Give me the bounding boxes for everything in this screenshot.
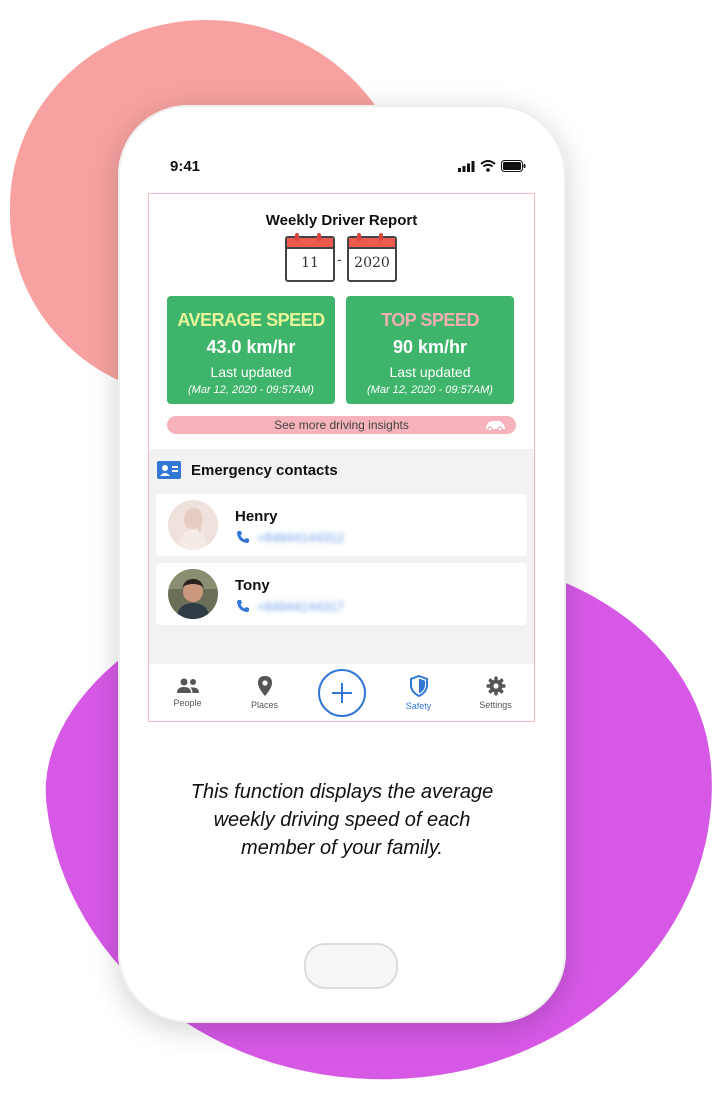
year-number: 2020 — [354, 255, 390, 271]
contact-card-icon — [157, 461, 181, 479]
average-speed-heading: AVERAGE SPEED — [177, 310, 325, 330]
tab-safety-label: Safety — [405, 700, 432, 711]
status-time: 9:41 — [170, 157, 201, 175]
avatar — [168, 569, 218, 619]
home-button[interactable] — [304, 943, 398, 989]
tab-people-label: People — [173, 697, 202, 708]
weekly-report-card: Weekly Driver Report 11 - 2020 AVERAGE S… — [149, 194, 534, 449]
driving-insights-label: See more driving insights — [274, 418, 409, 432]
battery-icon — [501, 160, 526, 172]
tab-places[interactable]: Places — [230, 675, 300, 710]
contact-phone-number[interactable]: +84944144317 — [257, 599, 344, 614]
contact-card[interactable]: Tony +84944144317 — [156, 563, 527, 625]
people-icon — [176, 678, 199, 693]
contact-name: Henry — [235, 508, 278, 525]
status-bar: 9:41 — [170, 155, 526, 177]
tab-settings[interactable]: Settings — [461, 676, 531, 710]
caption-line: weekly driving speed of each — [213, 809, 471, 831]
contact-name: Tony — [235, 577, 270, 594]
top-speed-heading: TOP SPEED — [381, 310, 479, 330]
shield-icon — [409, 674, 428, 697]
date-separator: - — [337, 251, 342, 267]
signal-icon — [458, 160, 475, 172]
tab-settings-label: Settings — [479, 699, 512, 710]
bottom-tab-bar: People Places Safety Settings — [149, 664, 534, 721]
top-speed-value: 90 km/hr — [392, 337, 468, 357]
phone-icon[interactable] — [236, 530, 250, 544]
average-speed-updated-label: Last updated — [210, 364, 292, 380]
top-speed-updated-date: (Mar 12, 2020 - 09:57AM) — [367, 384, 493, 396]
year-calendar-button[interactable]: 2020 — [347, 233, 397, 282]
emergency-contacts-header: Emergency contacts — [149, 452, 534, 488]
wifi-icon — [480, 160, 496, 172]
feature-caption: This function displays the average weekl… — [118, 778, 566, 862]
contact-phone-number[interactable]: +84944144312 — [257, 530, 344, 545]
phone-frame: 9:41 Weekly Driver Report 11 - 2020 AVER… — [118, 105, 566, 1023]
add-icon — [331, 682, 352, 703]
tab-places-label: Places — [250, 699, 278, 710]
average-speed-updated-date: (Mar 12, 2020 - 09:57AM) — [188, 384, 314, 396]
phone-icon[interactable] — [236, 599, 250, 613]
emergency-contacts-title: Emergency contacts — [191, 461, 338, 479]
app-screen: Weekly Driver Report 11 - 2020 AVERAGE S… — [148, 193, 535, 722]
top-speed-updated-label: Last updated — [389, 364, 471, 380]
add-button[interactable] — [317, 668, 366, 717]
week-number: 11 — [301, 255, 319, 271]
status-icons — [458, 160, 526, 172]
tab-people[interactable]: People — [153, 678, 223, 708]
report-title: Weekly Driver Report — [265, 212, 418, 229]
average-speed-value: 43.0 km/hr — [206, 337, 296, 357]
tab-add[interactable] — [307, 668, 377, 717]
caption-line: This function displays the average — [190, 781, 494, 803]
top-speed-card: TOP SPEED 90 km/hr Last updated (Mar 12,… — [346, 296, 514, 404]
gear-icon — [486, 676, 505, 695]
caption-line: member of your family. — [241, 837, 443, 859]
contact-card[interactable]: Henry +84944144312 — [156, 494, 527, 556]
week-calendar-button[interactable]: 11 — [285, 233, 335, 282]
map-pin-icon — [257, 675, 272, 696]
average-speed-card: AVERAGE SPEED 43.0 km/hr Last updated (M… — [167, 296, 335, 404]
tab-safety[interactable]: Safety — [384, 674, 454, 711]
car-icon — [486, 421, 505, 431]
driving-insights-button[interactable]: See more driving insights — [167, 416, 516, 434]
avatar — [168, 500, 218, 550]
